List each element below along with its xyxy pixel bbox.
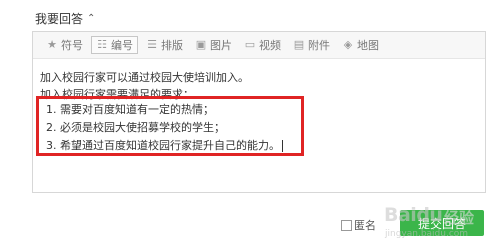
toolbar-attachment-button[interactable]: ▤ 附件 <box>289 36 334 54</box>
toolbar-symbol-button[interactable]: ★ 符号 <box>42 36 87 54</box>
checkbox-box[interactable] <box>341 219 352 231</box>
map-icon: ◈ <box>343 38 353 51</box>
toolbar-video-label: 视频 <box>259 39 281 52</box>
toolbar-map-label: 地图 <box>357 39 379 52</box>
requirements-highlight-box: 1. 需要对百度知道有一定的热情； 2. 必须是校园大使招募学校的学生； 3. … <box>36 96 304 156</box>
toolbar-image-button[interactable]: ▣ 图片 <box>191 36 236 54</box>
watermark-domain: jingyan.baidu.com <box>385 229 469 239</box>
editor-toolbar: ★ 符号 ☷ 编号 ☰ 排版 ▣ 图片 ▭ 视频 ▤ 附件 ◈ 地图 <box>33 32 485 59</box>
anonymous-checkbox[interactable]: 匿名 <box>341 217 376 233</box>
answer-section-header[interactable]: 我要回答 ⌃ <box>35 10 95 27</box>
video-icon: ▭ <box>244 38 256 51</box>
requirement-item: 3. 希望通过百度知道校园行家提升自己的能力。 <box>46 137 301 155</box>
toolbar-video-button[interactable]: ▭ 视频 <box>240 36 285 54</box>
requirement-item-text: 3. 希望通过百度知道校园行家提升自己的能力。 <box>46 139 280 152</box>
toolbar-image-label: 图片 <box>210 39 232 52</box>
toolbar-symbol-label: 符号 <box>61 39 83 52</box>
baidu-jingyan-watermark: Baidu 经验 jingyan.baidu.com <box>384 204 490 244</box>
watermark-suffix: 经验 <box>444 209 475 227</box>
align-icon: ☰ <box>147 38 157 51</box>
chevron-up-icon[interactable]: ⌃ <box>87 13 95 24</box>
star-icon: ★ <box>47 38 57 51</box>
content-line: 加入校园行家可以通过校园大使培训加入。 <box>40 71 249 84</box>
toolbar-numbering-button[interactable]: ☷ 编号 <box>91 36 138 54</box>
requirement-item: 2. 必须是校园大使招募学校的学生； <box>46 121 225 134</box>
toolbar-layout-button[interactable]: ☰ 排版 <box>142 36 187 54</box>
anonymous-label: 匿名 <box>354 219 376 232</box>
answer-editor[interactable]: ★ 符号 ☷ 编号 ☰ 排版 ▣ 图片 ▭ 视频 ▤ 附件 ◈ 地图 加入校园行… <box>32 31 486 193</box>
toolbar-numbering-label: 编号 <box>111 39 133 52</box>
toolbar-map-button[interactable]: ◈ 地图 <box>338 36 383 54</box>
answer-section-title: 我要回答 <box>35 12 84 26</box>
text-cursor <box>282 140 283 152</box>
image-icon: ▣ <box>195 38 207 51</box>
attachment-icon: ▤ <box>293 38 305 51</box>
requirement-item: 1. 需要对百度知道有一定的热情； <box>46 103 214 116</box>
toolbar-layout-label: 排版 <box>161 39 183 52</box>
numbered-list-icon: ☷ <box>97 38 107 51</box>
toolbar-attachment-label: 附件 <box>308 39 330 52</box>
watermark-brand: Baidu <box>384 204 443 226</box>
